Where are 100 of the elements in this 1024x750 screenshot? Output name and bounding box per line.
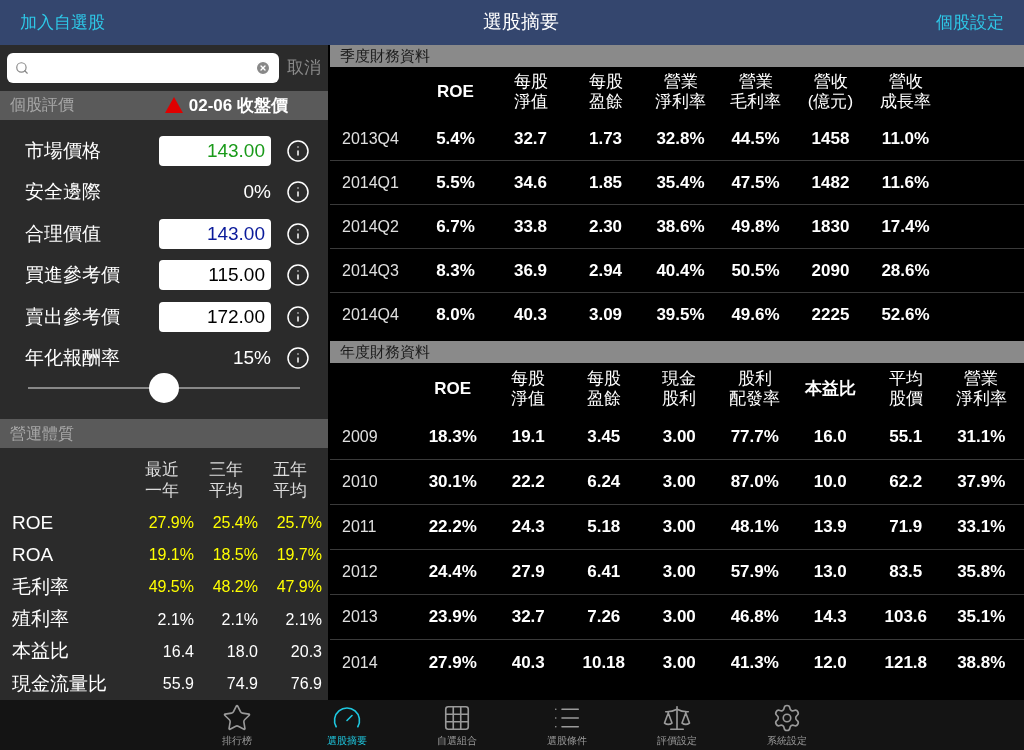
table-cell-text: 27.9% [147, 512, 194, 533]
section-header: 年度財務資料 [330, 341, 1024, 363]
up-triangle-icon [164, 97, 183, 114]
period-label: 2013Q4 [341, 128, 400, 149]
info-icon[interactable] [286, 138, 310, 163]
period-label: 2011 [341, 517, 378, 537]
tab[interactable]: 評價設定 [622, 700, 732, 750]
table-cell-text: 3.00 [661, 471, 697, 494]
table-cell-text: 18.3% [427, 426, 478, 449]
table-cell-text: 5.18 [586, 516, 622, 539]
table-cell-text: 24.3 [510, 516, 546, 539]
table-cell-text: 3.00 [661, 561, 697, 584]
table-cell-text: 35.8% [956, 561, 1007, 584]
period-label: 2010 [341, 472, 379, 492]
table-cell-text: 47.9% [275, 577, 322, 598]
column-header: 成長率 [880, 92, 931, 112]
table-cell-text: 40.3 [512, 304, 549, 327]
value-field[interactable]: 115.00 [159, 260, 271, 291]
stock-settings-button[interactable]: 個股設定 [936, 9, 1004, 36]
column-header: 平均 [888, 369, 923, 389]
column-header: 平均 [273, 479, 307, 501]
table-cell-text: 19.7% [275, 545, 322, 566]
table-cell-text: 49.8% [730, 215, 781, 238]
search-field[interactable] [7, 52, 279, 83]
column-header: 淨利率 [955, 389, 1007, 409]
metric-label: 買進參考價 [25, 263, 121, 288]
column-header: 營業 [663, 72, 698, 92]
table-cell-text: 30.1% [427, 471, 478, 494]
tab[interactable]: 選股條件 [512, 700, 622, 750]
table-cell-text: 39.5% [655, 304, 706, 327]
page-title: 選股摘要 [482, 10, 559, 35]
table-cell-text: 10.0 [812, 471, 848, 494]
table-cell-text: 33.8 [512, 215, 549, 238]
column-header: 每股 [588, 72, 623, 92]
table-cell-text: 55.9 [161, 673, 194, 694]
column-header: 淨利率 [655, 92, 706, 112]
value-field[interactable]: 143.00 [159, 218, 271, 249]
table-cell-text: 2225 [810, 304, 851, 327]
table-cell-text: 22.2% [427, 516, 478, 539]
add-watchlist-button[interactable]: 加入自選股 [20, 9, 105, 36]
table-cell-text: 121.8 [883, 651, 928, 674]
period-label: 2013 [341, 607, 379, 627]
table-cell-text: 46.8% [729, 606, 780, 629]
table-cell-text: 49.6% [730, 304, 781, 327]
column-header: 股利 [737, 369, 772, 389]
column-header: 配發率 [729, 389, 781, 409]
column-header: 每股 [513, 72, 548, 92]
table-cell-text: 14.3 [812, 606, 848, 629]
column-header: 一年 [145, 479, 179, 501]
info-icon[interactable] [286, 263, 310, 288]
info-icon[interactable] [286, 221, 310, 246]
table-cell-text: 49.5% [147, 577, 194, 598]
table-cell-text: 32.7 [510, 606, 546, 629]
period-label: 2014 [341, 652, 379, 673]
clear-icon[interactable] [255, 59, 271, 76]
column-header: 淨值 [513, 92, 548, 112]
column-header: (億元) [807, 92, 854, 112]
table-cell-text: 55.1 [888, 426, 924, 449]
tab[interactable]: 自選組合 [402, 700, 512, 750]
table-cell-text: 2090 [810, 259, 851, 282]
table-cell-text: 48.2% [211, 577, 258, 598]
info-icon[interactable] [286, 346, 310, 371]
table-cell-text: 41.3% [729, 651, 780, 674]
table-cell-text: 74.9 [225, 673, 258, 694]
column-header: 平均 [209, 479, 243, 501]
column-header: 股利 [662, 389, 697, 409]
table-cell-text: 31.1% [956, 426, 1007, 449]
table-cell-text: 40.4% [655, 259, 706, 282]
metric-label: 安全邊際 [25, 180, 102, 205]
metric-label: 年化報酬率 [25, 346, 121, 371]
metric-label: 市場價格 [25, 138, 102, 163]
table-cell-text: 2.30 [587, 215, 624, 238]
table-cell-text: 37.9% [956, 471, 1007, 494]
metric-value: 15% [231, 346, 271, 371]
info-icon[interactable] [286, 180, 310, 205]
metric-label: 賣出參考價 [25, 304, 121, 329]
slider-thumb[interactable] [149, 373, 179, 404]
column-header: 毛利率 [730, 92, 781, 112]
table-cell-text: 25.4% [211, 512, 258, 533]
table-cell-text: 47.5% [730, 171, 781, 194]
section-title: 個股評價 [10, 95, 74, 116]
column-header: 本益比 [804, 379, 856, 399]
tab[interactable]: 排行榜 [182, 700, 292, 750]
value-field[interactable]: 172.00 [159, 301, 271, 332]
table-cell-text: 6.24 [586, 471, 622, 494]
table-cell-text: 40.3 [510, 651, 546, 674]
table-cell-text: 3.00 [661, 516, 697, 539]
column-header: 三年 [209, 458, 243, 480]
tab[interactable]: 選股摘要 [292, 700, 402, 750]
tab[interactable]: 系統設定 [732, 700, 842, 750]
table-cell-text: 2.1% [284, 609, 322, 630]
table-cell-text: 11.0% [880, 127, 931, 150]
table-cell-text: 25.7% [275, 512, 322, 533]
table-cell-text: 23.9% [427, 606, 478, 629]
info-icon[interactable] [286, 304, 310, 329]
value-field[interactable]: 143.00 [159, 135, 271, 166]
table-cell-text: 1482 [810, 171, 851, 194]
table-cell-text: 27.9% [427, 651, 478, 674]
cancel-button[interactable]: 取消 [287, 55, 321, 81]
table-cell-text: 3.00 [661, 651, 697, 674]
